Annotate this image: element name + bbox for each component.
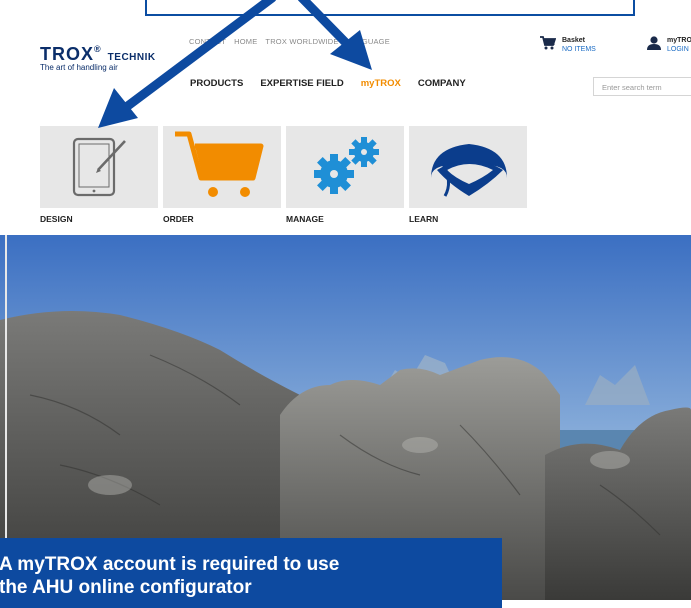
logo-sub: TECHNIK xyxy=(107,52,156,63)
utility-link-home[interactable]: HOME xyxy=(234,37,257,46)
tile-label-order[interactable]: ORDER xyxy=(163,214,194,224)
tile-label-design[interactable]: DESIGN xyxy=(40,214,73,224)
notice-line-2: the AHU online configurator xyxy=(0,577,252,598)
utility-link-language[interactable]: LANGUAGE xyxy=(347,37,390,46)
page: TROX® TECHNIK The art of handling air CO… xyxy=(0,0,691,608)
notice-line-1: A myTROX account is required to use xyxy=(0,554,340,575)
shopping-cart-icon xyxy=(175,131,264,197)
nav-mytrox[interactable]: myTROX xyxy=(361,78,401,89)
mytrox-account-notice: A myTROX account is required to use the … xyxy=(0,538,502,608)
tile-label-manage[interactable]: MANAGE xyxy=(286,214,324,224)
nav-expertise-field[interactable]: EXPERTISE FIELD xyxy=(260,78,343,89)
tile-label-learn[interactable]: LEARN xyxy=(409,214,438,224)
nav-products[interactable]: PRODUCTS xyxy=(190,78,243,89)
cart-icon xyxy=(540,36,556,50)
main-nav: PRODUCTS EXPERTISE FIELD myTROX COMPANY xyxy=(190,78,466,89)
graduation-cap-icon xyxy=(431,144,507,197)
account-label: myTROX xyxy=(667,37,691,44)
utility-link-worldwide[interactable]: TROX WORLDWIDE xyxy=(265,37,338,46)
nav-company[interactable]: COMPANY xyxy=(418,78,466,89)
tile-learn[interactable] xyxy=(409,126,527,208)
utility-link-contact[interactable]: CONTACT xyxy=(189,37,226,46)
tile-order[interactable] xyxy=(163,126,281,208)
arrowhead-mytrox-icon xyxy=(330,30,372,70)
user-icon xyxy=(647,36,661,50)
gears-icon xyxy=(314,137,379,194)
account-link[interactable]: myTROX LOGIN xyxy=(646,36,691,54)
search-input[interactable]: Enter search term xyxy=(593,77,691,96)
tile-design[interactable] xyxy=(40,126,158,208)
arrowhead-design-icon xyxy=(98,88,138,128)
utility-nav: CONTACT HOME TROX WORLDWIDE LANGUAGE xyxy=(189,37,390,46)
tablet-pen-icon xyxy=(72,137,126,197)
basket-status: NO ITEMS xyxy=(562,46,596,53)
account-login: LOGIN xyxy=(667,46,689,53)
trox-logo[interactable]: TROX® TECHNIK The art of handling air xyxy=(40,44,156,72)
tile-manage[interactable] xyxy=(286,126,404,208)
annotation-callout-box xyxy=(145,0,635,16)
logo-brand: TROX xyxy=(40,44,95,64)
basket-link[interactable]: Basket NO ITEMS xyxy=(540,36,596,54)
basket-label: Basket xyxy=(562,37,585,44)
